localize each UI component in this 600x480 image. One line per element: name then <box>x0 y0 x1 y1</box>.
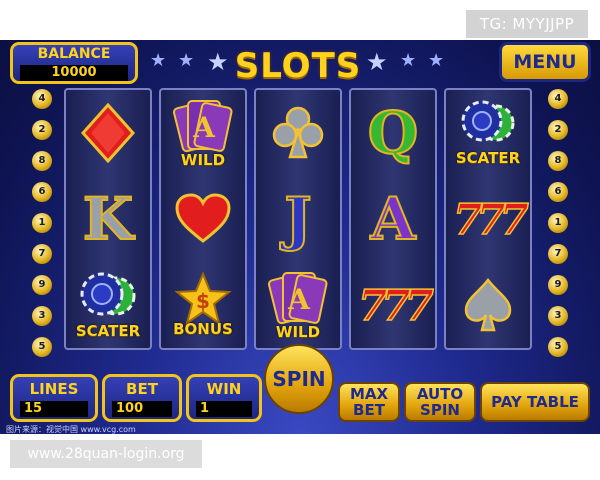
payline-marker: 9 <box>32 275 52 295</box>
game-title: SLOTS <box>234 46 362 86</box>
reel-5: SCATER 777 <box>444 88 532 350</box>
wild-card-letter: A <box>192 111 216 144</box>
auto-spin-button[interactable]: AUTO SPIN <box>404 382 476 422</box>
letter-k: K <box>82 185 134 253</box>
club-icon <box>272 106 324 159</box>
symbol-spade <box>446 262 530 348</box>
bet-value: 100 <box>112 401 172 417</box>
symbol-a: A <box>351 176 435 262</box>
payline-marker: 7 <box>548 244 568 264</box>
pay-table-button[interactable]: PAY TABLE <box>480 382 590 422</box>
max-bet-button[interactable]: MAX BET <box>338 382 400 422</box>
scatter-caption: SCATER <box>455 149 521 167</box>
payline-marker: 4 <box>32 89 52 109</box>
spade-icon <box>464 277 512 332</box>
payline-marker: 6 <box>548 182 568 202</box>
payline-marker: 4 <box>548 89 568 109</box>
symbol-seven: 777 <box>351 262 435 348</box>
auto-spin-line1: AUTO <box>416 385 464 403</box>
cards-icon: A <box>172 100 233 153</box>
star-icon: $ <box>174 272 232 326</box>
symbol-q: Q <box>351 90 435 176</box>
payline-marker: 9 <box>548 275 568 295</box>
payline-marker: 1 <box>548 213 568 233</box>
star-icon: ★ <box>366 48 388 76</box>
triple-seven: 777 <box>452 194 529 245</box>
tg-watermark: TG: MYYJJPP <box>466 10 588 38</box>
bet-label: BET <box>126 380 158 398</box>
reel-1: K SCATER <box>64 88 152 350</box>
wild-caption: WILD <box>180 151 226 169</box>
wild-card-letter: A <box>287 283 311 316</box>
symbol-wild: A WILD <box>256 262 340 348</box>
site-watermark: www.28quan-login.org <box>10 440 202 468</box>
star-icon: ★ <box>150 50 167 71</box>
payline-marker: 8 <box>548 151 568 171</box>
symbol-j: J <box>256 176 340 262</box>
symbol-bonus: $ BONUS <box>161 262 245 348</box>
reel-3: J A WILD <box>254 88 342 350</box>
symbol-heart <box>161 176 245 262</box>
letter-a: A <box>369 185 416 253</box>
symbol-k: K <box>66 176 150 262</box>
star-icon: ★ <box>400 50 417 71</box>
payline-marker: 3 <box>548 306 568 326</box>
balance-display: BALANCE 10000 <box>10 42 138 84</box>
spin-button[interactable]: SPIN <box>264 344 334 414</box>
lines-value: 15 <box>20 401 88 417</box>
menu-button[interactable]: MENU <box>499 42 591 82</box>
win-label: WIN <box>206 380 242 398</box>
symbol-scatter: SCATER <box>66 262 150 348</box>
star-icon: ★ <box>207 48 229 76</box>
symbol-diamond <box>66 90 150 176</box>
reel-2: A WILD $ BONUS <box>159 88 247 350</box>
max-bet-line1: MAX <box>349 385 389 403</box>
payline-marker: 1 <box>32 213 52 233</box>
symbol-seven: 777 <box>446 176 530 262</box>
payline-marker: 2 <box>32 120 52 140</box>
lines-label: LINES <box>29 380 79 398</box>
payline-marker: 6 <box>32 182 52 202</box>
symbol-club <box>256 90 340 176</box>
payline-marker: 2 <box>548 120 568 140</box>
payline-marker: 3 <box>32 306 52 326</box>
star-icon: ★ <box>178 50 195 71</box>
diamond-icon <box>81 103 135 163</box>
balance-value: 10000 <box>20 65 128 81</box>
letter-j: J <box>283 185 312 253</box>
win-display: WIN 1 <box>186 374 262 422</box>
win-value: 1 <box>196 401 252 417</box>
dollar-sign: $ <box>196 289 210 313</box>
chips-icon <box>80 272 136 316</box>
reel-4: Q A 777 <box>349 88 437 350</box>
symbol-scatter: SCATER <box>446 90 530 176</box>
auto-spin-line2: SPIN <box>420 401 460 419</box>
payline-marker: 7 <box>32 244 52 264</box>
wild-caption: WILD <box>275 323 321 341</box>
lines-display: LINES 15 <box>10 374 98 422</box>
heart-icon <box>175 193 231 243</box>
payline-marker: 8 <box>32 151 52 171</box>
bet-display[interactable]: BET 100 <box>102 374 182 422</box>
payline-marker: 5 <box>548 337 568 357</box>
star-icon: ★ <box>428 50 445 71</box>
slot-game: BALANCE 10000 ★ ★ ★ SLOTS ★ ★ ★ MENU 4 2… <box>0 40 600 434</box>
payline-marker: 5 <box>32 337 52 357</box>
cards-icon: A <box>267 272 328 325</box>
symbol-wild: A WILD <box>161 90 245 176</box>
letter-q: Q <box>367 99 420 167</box>
chips-icon <box>461 100 515 142</box>
bonus-caption: BONUS <box>173 320 233 338</box>
triple-seven: 777 <box>357 280 434 331</box>
max-bet-line2: BET <box>353 401 385 419</box>
image-credit: 图片来源：视觉中国 www.vcg.com <box>6 425 136 434</box>
balance-label: BALANCE <box>37 46 111 62</box>
scatter-caption: SCATER <box>75 322 141 340</box>
